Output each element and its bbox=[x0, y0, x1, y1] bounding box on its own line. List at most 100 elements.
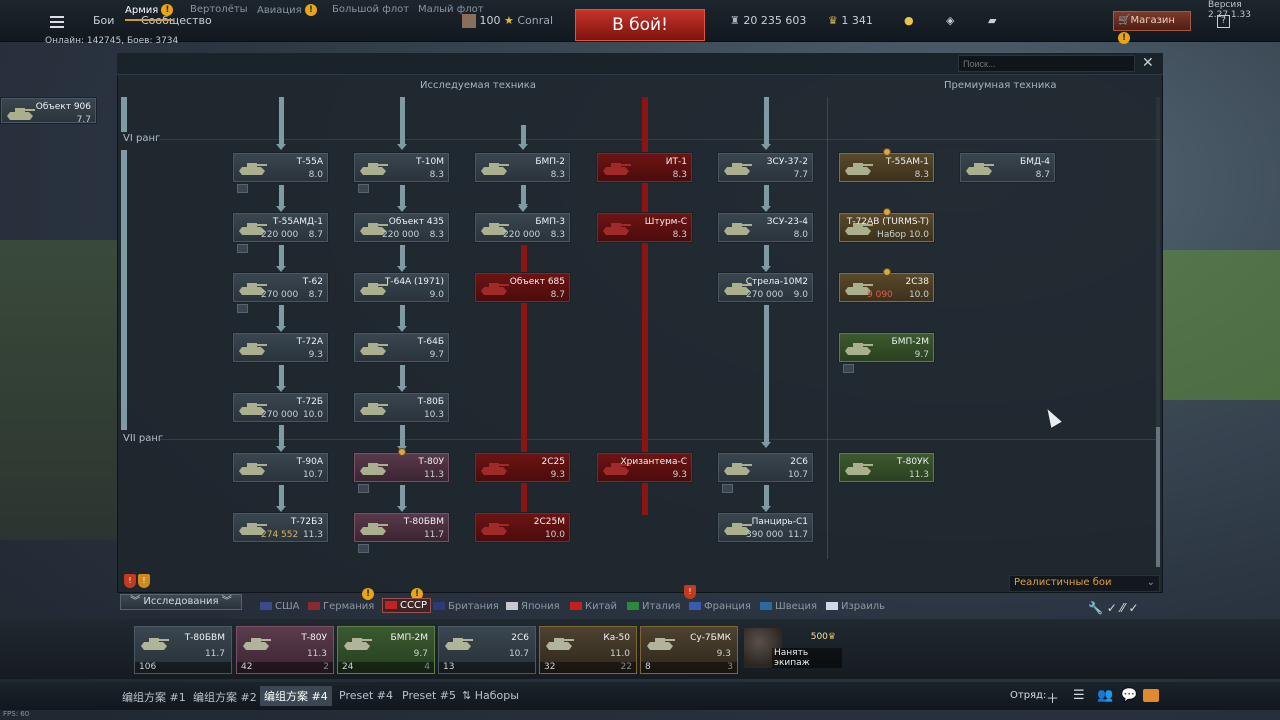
add-icon[interactable]: ＋ bbox=[1046, 688, 1059, 707]
crew-slot[interactable]: 2С6 10.7 13 bbox=[438, 626, 536, 674]
crew-slot[interactable]: Ка-50 11.0 32 22 bbox=[539, 626, 637, 674]
hire-crew-slot[interactable]: 500♛ Нанять экипаж bbox=[742, 626, 842, 674]
wheel-icon[interactable]: ◈ bbox=[946, 14, 954, 27]
vehicle-card-a1[interactable]: Т-55А 8.0 bbox=[232, 152, 329, 193]
friends-icon[interactable]: 👥 bbox=[1097, 688, 1113, 703]
vehicle-card-q1[interactable]: БМД-4 8.7 bbox=[959, 152, 1056, 183]
vehicle-card-d6[interactable]: Хризантема-С 9.3 bbox=[596, 452, 693, 483]
close-icon[interactable]: ✕ bbox=[1142, 55, 1154, 71]
battle-rating: 8.3 bbox=[914, 170, 929, 180]
vehicle-card-c7[interactable]: 2С25М 10.0 bbox=[474, 512, 571, 543]
vehicle-card-a4[interactable]: Т-72А 9.3 bbox=[232, 332, 329, 363]
tab-army[interactable]: Армия ! bbox=[125, 4, 174, 21]
preset-tab[interactable]: Preset #4 bbox=[339, 689, 393, 702]
vehicle-card-b1[interactable]: Т-10М 8.3 bbox=[353, 152, 450, 193]
mail-icon[interactable] bbox=[1143, 689, 1159, 702]
search-input[interactable] bbox=[958, 55, 1135, 72]
vehicle-card-a2[interactable]: Т-55АМД-1 8.7 220 000 bbox=[232, 212, 329, 253]
chat-icon[interactable]: 💬 bbox=[1121, 688, 1137, 703]
nation-tab[interactable]: Британия bbox=[433, 601, 499, 612]
vehicle-card-c2[interactable]: БМП-3 8.3 220 000 bbox=[474, 212, 571, 243]
crew-level: 32 bbox=[544, 662, 556, 672]
vehicle-card-b3[interactable]: Т-64А (1971) 9.0 bbox=[353, 272, 450, 303]
vehicle-card-a3[interactable]: Т-62 8.7 270 000 bbox=[232, 272, 329, 313]
vehicle-card-c3[interactable]: Объект 685 8.7 bbox=[474, 272, 571, 303]
check-icon[interactable]: ✓ bbox=[1129, 601, 1139, 615]
vehicle-card-e3[interactable]: Стрела-10М2 9.0 270 000 bbox=[717, 272, 814, 303]
battle-rating: 9.3 bbox=[716, 649, 731, 659]
vehicle-card-b6[interactable]: Т-80У 11.3 bbox=[353, 448, 450, 493]
to-battle-button[interactable]: В бой! bbox=[575, 9, 705, 41]
lightbulb-icon[interactable]: ● bbox=[904, 14, 914, 27]
golden-eagles-value: 1 341 bbox=[841, 14, 873, 27]
vehicle-card-a5[interactable]: Т-72Б 10.0 270 000 bbox=[232, 392, 329, 423]
check-icon[interactable]: ✓ bbox=[1107, 601, 1117, 615]
nation-tab[interactable]: Швеция bbox=[760, 601, 817, 612]
crew-slot[interactable]: БМП-2М 9.7 24 4 bbox=[337, 626, 435, 674]
presets-menu[interactable]: ⇅ Наборы bbox=[462, 689, 519, 702]
tab-coastal-fleet[interactable]: Малый флот bbox=[418, 4, 484, 15]
vehicle-card-b5[interactable]: Т-80Б 10.3 bbox=[353, 392, 450, 423]
vehicle-card-p4[interactable]: БМП-2М 9.7 bbox=[838, 332, 935, 373]
tab-bluewater-fleet[interactable]: Большой флот bbox=[332, 4, 409, 15]
preset-tab[interactable]: 编组方案 #2 bbox=[193, 689, 257, 705]
menu-battles[interactable]: Бои bbox=[93, 14, 114, 27]
vehicle-card-d2[interactable]: Штурм-С 8.3 bbox=[596, 212, 693, 243]
vehicle-card-b4[interactable]: Т-64Б 9.7 bbox=[353, 332, 450, 363]
shield-icon[interactable]: ! bbox=[138, 574, 150, 588]
crew-slot[interactable]: Су-7БМК 9.3 8 3 bbox=[640, 626, 738, 674]
repair-all-icon[interactable]: ⁄⁄ bbox=[1121, 601, 1125, 615]
silver-lions-value: 20 235 603 bbox=[743, 14, 807, 27]
battlepass-icon[interactable]: ▰ bbox=[988, 14, 996, 27]
vehicle-card-p2[interactable]: Т-72АВ (TURMS-T) Набор 10.0 bbox=[838, 208, 935, 243]
nation-tab[interactable]: СССР bbox=[382, 598, 431, 613]
vehicle-card-a7[interactable]: Т-72Б3 11.3 274 552 bbox=[232, 512, 329, 543]
vehicle-card-e1[interactable]: ЗСУ-37-2 7.7 bbox=[717, 152, 814, 183]
vehicle-card-c1[interactable]: БМП-2 8.3 bbox=[474, 152, 571, 183]
tree-connector bbox=[400, 485, 405, 508]
research-button[interactable]: ︾ Исследования ︾ bbox=[120, 594, 242, 610]
game-mode-select[interactable]: Реалистичные бои ⌄ bbox=[1009, 575, 1160, 592]
preset-tab[interactable]: Preset #5 bbox=[402, 689, 456, 702]
nation-label: Франция bbox=[704, 601, 751, 612]
nation-tab[interactable]: Япония bbox=[506, 601, 560, 612]
research-cost: 9 090 bbox=[867, 290, 893, 300]
nation-tab[interactable]: Германия bbox=[308, 601, 374, 612]
battle-rating: 7.7 bbox=[76, 115, 91, 125]
battle-rating: 11.3 bbox=[908, 470, 929, 480]
player-profile[interactable]: 100 ★ Conral bbox=[462, 14, 553, 28]
list-icon[interactable]: ☰ bbox=[1073, 688, 1085, 703]
preset-tab[interactable]: 编组方案 #4 bbox=[260, 686, 332, 706]
vehicle-card-e7[interactable]: Панцирь-С1 11.7 390 000 bbox=[717, 512, 814, 543]
vehicle-card-a6[interactable]: Т-90А 10.7 bbox=[232, 452, 329, 483]
menu-icon[interactable] bbox=[50, 16, 64, 31]
vehicle-card-d1[interactable]: ИТ-1 8.3 bbox=[596, 152, 693, 183]
shield-icon[interactable]: ! bbox=[124, 574, 136, 588]
crew-slot[interactable]: Т-80У 11.3 42 2 bbox=[236, 626, 334, 674]
vehicle-card-p6[interactable]: Т-80УК 11.3 bbox=[838, 452, 935, 483]
nation-tab[interactable]: Италия bbox=[627, 601, 680, 612]
wrench-icon[interactable]: 🔧 bbox=[1088, 601, 1103, 615]
vehicle-card-b2[interactable]: Объект 435 8.3 220 000 bbox=[353, 212, 450, 243]
preset-tab[interactable]: 编组方案 #1 bbox=[122, 689, 186, 705]
scrollbar-thumb[interactable] bbox=[1156, 427, 1160, 567]
tab-aviation[interactable]: Авиация ! bbox=[257, 4, 317, 16]
nation-tab[interactable]: Китай bbox=[570, 601, 617, 612]
vehicle-card-p1[interactable]: Т-55АМ-1 8.3 bbox=[838, 148, 935, 183]
vehicle-card-b7[interactable]: Т-80БВМ 11.7 bbox=[353, 512, 450, 553]
nation-tab[interactable]: Израиль bbox=[826, 601, 885, 612]
nation-tab[interactable]: Франция bbox=[689, 601, 751, 612]
nation-tab[interactable]: США bbox=[260, 601, 300, 612]
tree-connector bbox=[764, 97, 769, 146]
tab-aviation-label: Авиация bbox=[257, 5, 302, 16]
vehicle-card-p3[interactable]: 2С38 10.0 9 090 bbox=[838, 268, 935, 303]
vehicle-card-r0[interactable]: Объект 906 7.7 bbox=[0, 97, 97, 125]
vehicle-card-c6[interactable]: 2С25 9.3 bbox=[474, 452, 571, 483]
vehicle-card-e6[interactable]: 2С6 10.7 bbox=[717, 452, 814, 493]
scrollbar[interactable] bbox=[1156, 97, 1160, 567]
tab-helicopters[interactable]: Вертолёты bbox=[190, 4, 248, 15]
vehicle-card-e2[interactable]: ЗСУ-23-4 8.0 bbox=[717, 212, 814, 243]
shop-button[interactable]: 🛒Магазин ! bbox=[1113, 11, 1191, 44]
vehicle-icon bbox=[645, 633, 685, 657]
crew-slot[interactable]: Т-80БВМ 11.7 106 bbox=[134, 626, 232, 674]
